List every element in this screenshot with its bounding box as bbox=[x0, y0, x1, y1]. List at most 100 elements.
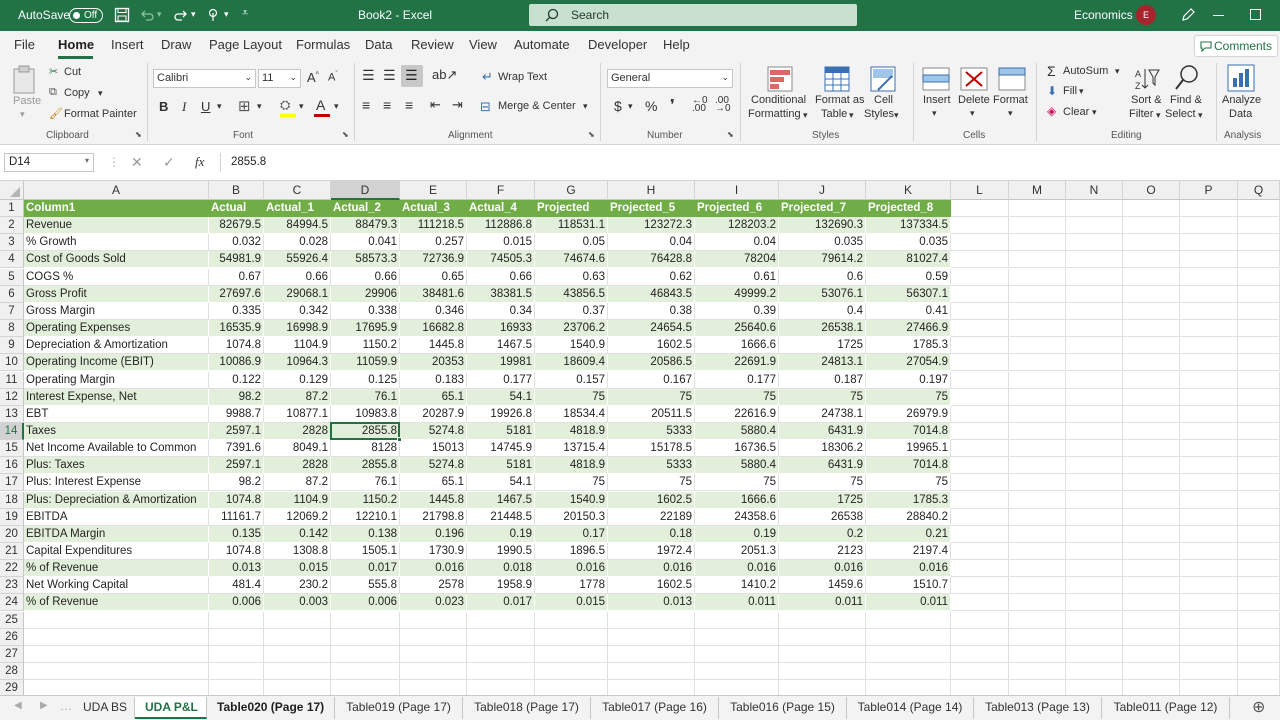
empty-cell[interactable] bbox=[951, 354, 1009, 372]
more-sheets-icon[interactable]: … bbox=[60, 699, 72, 713]
empty-cell[interactable] bbox=[1066, 543, 1123, 560]
table-cell[interactable]: 1074.8 bbox=[209, 337, 264, 355]
formula-input[interactable]: 2855.8 bbox=[220, 153, 1276, 172]
table-cell[interactable]: 15178.5 bbox=[608, 440, 695, 458]
empty-cell[interactable] bbox=[1238, 525, 1280, 543]
table-cell[interactable]: 98.2 bbox=[209, 388, 264, 406]
table-cell[interactable]: 555.8 bbox=[331, 577, 400, 595]
table-cell[interactable]: 0.39 bbox=[695, 302, 779, 320]
merge-center-button[interactable]: Merge & Center bbox=[498, 100, 576, 112]
table-cell[interactable]: 21798.8 bbox=[400, 508, 467, 526]
table-cell[interactable]: 0.017 bbox=[467, 594, 535, 612]
table-cell[interactable]: 27697.6 bbox=[209, 285, 264, 303]
table-cell[interactable]: 1730.9 bbox=[400, 543, 467, 560]
empty-cell[interactable] bbox=[1123, 337, 1180, 355]
underline-icon[interactable]: U bbox=[201, 99, 210, 114]
empty-cell[interactable] bbox=[951, 440, 1009, 458]
format-as-table-label-2[interactable]: Table bbox=[821, 108, 847, 120]
empty-cell[interactable] bbox=[951, 405, 1009, 423]
table-cell[interactable]: 0.19 bbox=[467, 525, 535, 543]
empty-cell[interactable] bbox=[1180, 457, 1238, 475]
table-cell[interactable]: 0.015 bbox=[467, 234, 535, 252]
empty-cell[interactable] bbox=[1066, 320, 1123, 338]
table-header-cell[interactable]: Projected bbox=[535, 200, 608, 217]
name-box[interactable]: D14 ▾ bbox=[4, 153, 94, 172]
empty-cell[interactable] bbox=[1180, 474, 1238, 492]
empty-cell[interactable] bbox=[1180, 440, 1238, 458]
empty-cell[interactable] bbox=[331, 663, 400, 681]
find-dropdown-icon[interactable]: ▾ bbox=[1198, 110, 1203, 121]
wrap-text-button[interactable]: Wrap Text bbox=[498, 71, 547, 83]
empty-cell[interactable] bbox=[779, 663, 866, 681]
table-cell[interactable]: 0.21 bbox=[866, 525, 951, 543]
table-cell[interactable]: 29906 bbox=[331, 285, 400, 303]
table-cell[interactable]: 0.035 bbox=[779, 234, 866, 252]
row-header-2[interactable]: 2 bbox=[0, 217, 24, 235]
font-size-dropdown[interactable]: 11 ⌄ bbox=[258, 69, 301, 88]
empty-cell[interactable] bbox=[1123, 577, 1180, 595]
table-cell[interactable]: 12210.1 bbox=[331, 508, 400, 526]
align-middle-icon[interactable]: ☰ bbox=[383, 67, 396, 84]
empty-cell[interactable] bbox=[1009, 200, 1066, 217]
empty-cell[interactable] bbox=[1123, 285, 1180, 303]
table-cell[interactable]: 75 bbox=[535, 474, 608, 492]
empty-cell[interactable] bbox=[951, 680, 1009, 695]
decrease-font-icon[interactable]: Aˇ bbox=[328, 71, 338, 84]
analyze-data-icon[interactable] bbox=[1227, 64, 1255, 92]
table-cell[interactable]: 2597.1 bbox=[209, 422, 264, 440]
table-cell[interactable]: 46843.5 bbox=[608, 285, 695, 303]
table-cell[interactable]: 16933 bbox=[467, 320, 535, 338]
table-cell[interactable]: 0.41 bbox=[866, 302, 951, 320]
table-cell[interactable]: 1725 bbox=[779, 337, 866, 355]
table-cell[interactable]: 74674.6 bbox=[535, 251, 608, 269]
decrease-indent-icon[interactable]: ⇤ bbox=[430, 97, 441, 113]
delete-dropdown-icon[interactable]: ▾ bbox=[970, 108, 975, 119]
table-cell[interactable]: 54981.9 bbox=[209, 251, 264, 269]
empty-cell[interactable] bbox=[264, 680, 331, 695]
table-cell[interactable]: 0.187 bbox=[779, 371, 866, 389]
row-header-4[interactable]: 4 bbox=[0, 251, 24, 269]
table-cell[interactable]: 0.016 bbox=[608, 560, 695, 578]
table-cell[interactable]: 0.013 bbox=[209, 560, 264, 578]
empty-cell[interactable] bbox=[1066, 577, 1123, 595]
table-cell[interactable]: 0.016 bbox=[779, 560, 866, 578]
format-as-table-icon[interactable] bbox=[824, 66, 850, 92]
table-cell[interactable]: 18306.2 bbox=[779, 440, 866, 458]
table-cell[interactable]: 0.125 bbox=[331, 371, 400, 389]
table-cell[interactable]: 75 bbox=[608, 474, 695, 492]
table-cell[interactable]: 0.61 bbox=[695, 268, 779, 286]
customize-toolbar-icon[interactable]: ⩡ bbox=[242, 7, 248, 20]
sort-filter-icon[interactable]: AZ bbox=[1134, 66, 1160, 92]
empty-cell[interactable] bbox=[951, 217, 1009, 235]
empty-cell[interactable] bbox=[608, 645, 695, 663]
empty-cell[interactable] bbox=[1066, 474, 1123, 492]
row-header-27[interactable]: 27 bbox=[0, 645, 24, 663]
empty-cell[interactable] bbox=[1180, 302, 1238, 320]
empty-cell[interactable] bbox=[1066, 354, 1123, 372]
table-cell[interactable]: 0.016 bbox=[695, 560, 779, 578]
table-cell[interactable]: 79614.2 bbox=[779, 251, 866, 269]
borders-icon[interactable]: ⊞ bbox=[238, 97, 251, 115]
align-right-icon[interactable]: ≡ bbox=[405, 97, 413, 113]
row-header-17[interactable]: 17 bbox=[0, 474, 24, 492]
table-cell[interactable]: 24738.1 bbox=[779, 405, 866, 423]
table-cell[interactable]: 230.2 bbox=[264, 577, 331, 595]
table-header-cell[interactable]: Actual_2 bbox=[331, 200, 400, 217]
empty-cell[interactable] bbox=[951, 337, 1009, 355]
empty-cell[interactable] bbox=[1180, 645, 1238, 663]
empty-cell[interactable] bbox=[264, 611, 331, 629]
empty-cell[interactable] bbox=[951, 302, 1009, 320]
table-cell[interactable]: 13715.4 bbox=[535, 440, 608, 458]
empty-cell[interactable] bbox=[1066, 285, 1123, 303]
empty-cell[interactable] bbox=[1009, 337, 1066, 355]
table-cell[interactable]: 23706.2 bbox=[535, 320, 608, 338]
table-cell[interactable]: 7014.8 bbox=[866, 422, 951, 440]
empty-cell[interactable] bbox=[1009, 440, 1066, 458]
tab-draw[interactable]: Draw bbox=[161, 37, 191, 52]
row-header-3[interactable]: 3 bbox=[0, 234, 24, 252]
sheet-tab[interactable]: Table014 (Page 14) bbox=[847, 697, 974, 719]
find-select-icon[interactable] bbox=[1174, 64, 1200, 92]
undo-dropdown-icon[interactable]: ▾ bbox=[157, 9, 162, 20]
column-header-M[interactable]: M bbox=[1009, 181, 1066, 200]
empty-cell[interactable] bbox=[1238, 628, 1280, 646]
